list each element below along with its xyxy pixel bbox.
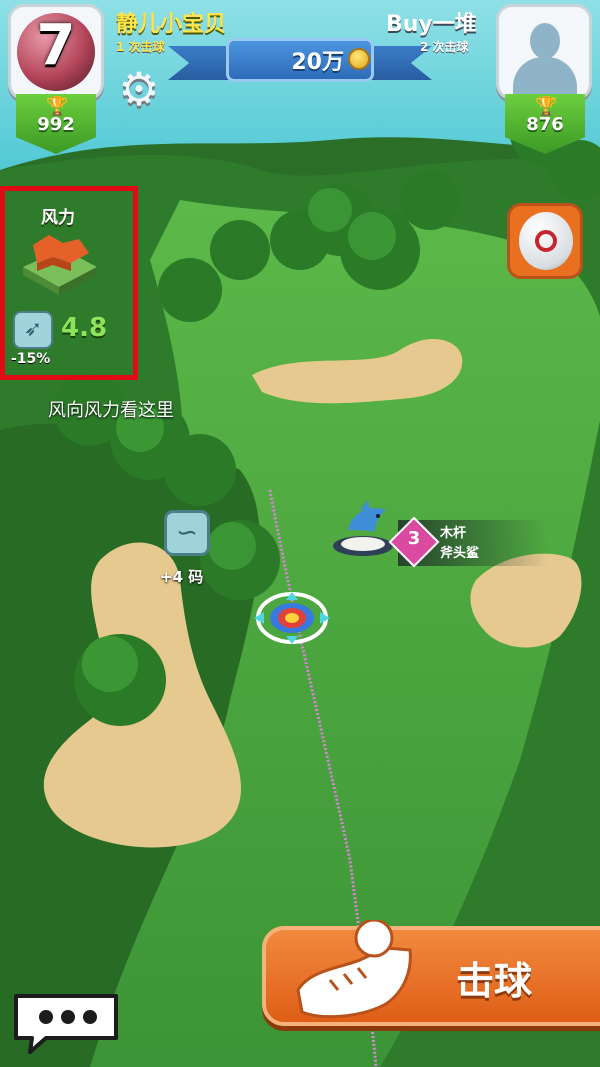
golf-shoe-icon — [296, 920, 412, 1019]
player-avatar-right[interactable] — [496, 4, 592, 100]
club-name: 木杆 — [440, 526, 467, 541]
player-name-right: Buy一堆 — [386, 12, 477, 37]
club-level-number: 3 — [407, 528, 421, 549]
trophy-count-left: 992 — [37, 114, 75, 135]
stroke-count-right: 2 次击球 — [420, 40, 469, 54]
bounce-bonus-icon: ∽ — [164, 510, 210, 556]
club-tag[interactable]: 3 木杆 斧头鲨 — [388, 516, 548, 568]
coin-icon — [348, 48, 370, 70]
hole-number: 7 — [36, 13, 76, 78]
wind-modifier: -15% — [11, 351, 51, 367]
ball-logo-icon — [535, 230, 557, 252]
shoot-button[interactable]: 击球 — [262, 920, 600, 1026]
bounce-bonus-label: +4 码 — [160, 568, 204, 586]
avatar-silhouette-body — [513, 57, 577, 97]
wind-title: 风力 — [41, 208, 75, 228]
gear-icon[interactable]: ⚙ — [114, 64, 164, 114]
wind-direction-icon: ➶ — [13, 311, 53, 349]
wind-caption: 风向风力看这里 — [48, 400, 174, 421]
club-model: 斧头鲨 — [440, 546, 480, 561]
shark-ball-icon — [333, 500, 393, 556]
avatar-silhouette-head — [530, 23, 560, 59]
player-avatar-left[interactable]: 7 — [8, 4, 104, 100]
wind-panel: 风力 ➶ 4.8 -15% — [0, 186, 138, 380]
stroke-count-left: 1 次击球 — [116, 40, 165, 54]
pot-value: 20万 — [291, 50, 344, 75]
trophy-count-right: 876 — [526, 114, 564, 135]
aim-target-icon[interactable] — [250, 590, 334, 646]
chat-bubble-icon[interactable] — [10, 990, 122, 1056]
pot-banner: 20万 — [168, 38, 432, 84]
golf-ball-select-button[interactable] — [507, 203, 583, 279]
shoot-label: 击球 — [456, 959, 533, 1003]
player-name-left: 静儿小宝贝 — [116, 12, 227, 37]
wind-speed: 4.8 — [61, 313, 108, 343]
wind-flag-icon — [23, 235, 97, 295]
